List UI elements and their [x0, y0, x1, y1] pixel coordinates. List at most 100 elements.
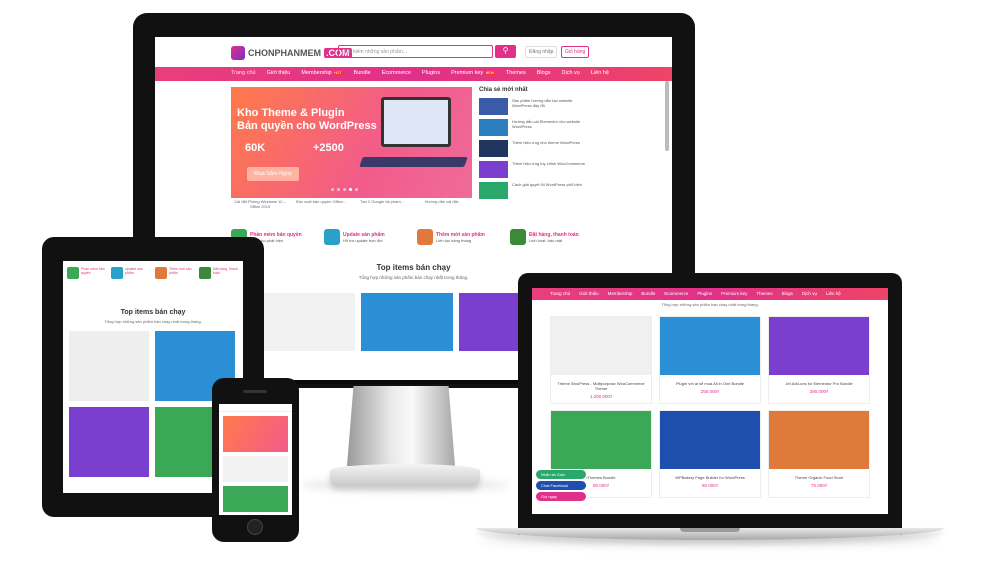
product-image: [660, 317, 760, 375]
shop-now-button[interactable]: Mua Sắm Ngay: [247, 167, 299, 181]
post-title: Hướng dẫn cài Elementor cho website Word…: [512, 119, 581, 129]
product-card[interactable]: [263, 293, 355, 351]
list-item[interactable]: Thêm hiệu ứng tùy chỉnh WooCommerce: [479, 161, 591, 178]
imac-base: [330, 464, 480, 486]
feature-title: Đặt hàng, thanh toán: [213, 267, 238, 275]
feature-title: Đặt hàng, thanh toán: [529, 231, 579, 238]
hero-banner[interactable]: Kho Theme & Plugin Bản quyền cho WordPre…: [231, 87, 472, 198]
feature-sub: Liên tục hàng tháng: [436, 237, 472, 243]
list-item[interactable]: Cách giải quyết lỗi WordPress phổ biến: [479, 182, 591, 199]
product-card[interactable]: Theme Organic Food Store 75.000₫: [768, 410, 870, 498]
caption[interactable]: Sản xuất bản quyền Office...: [292, 199, 350, 209]
product-price: 280.000₫: [809, 389, 829, 394]
login-button[interactable]: Đăng nhập: [525, 46, 558, 58]
phone-product[interactable]: [223, 456, 288, 482]
product-price: 75.000₫: [810, 483, 828, 488]
nav-item-ecommerce[interactable]: Ecommerce: [664, 291, 688, 296]
nav-item-plugins[interactable]: Plugins: [697, 291, 712, 296]
nav-item-premium-key[interactable]: Premium key: [721, 291, 747, 296]
phone-product[interactable]: [223, 486, 288, 512]
feature-item: Thêm mới sản phẩm: [155, 267, 195, 279]
refresh-icon: [111, 267, 123, 279]
caption[interactable]: Tạo 2 Google tài phạm...: [353, 199, 411, 209]
post-title: Thêm hiệu ứng cho theme WordPress: [512, 140, 580, 145]
features-row: Phần mềm bản quyền 100% ko phát hiện Upda…: [231, 229, 596, 245]
phone-speaker: [243, 390, 267, 393]
list-item[interactable]: Hướng dẫn cài Elementor cho website Word…: [479, 119, 591, 136]
facebook-chat-button[interactable]: Chat Facebook: [536, 481, 586, 490]
nav-item-premium-key[interactable]: Premium key NEW: [451, 70, 495, 76]
caption[interactable]: Hướng dẫn cài đặt...: [414, 199, 472, 209]
feature-title: Thêm mới sản phẩm: [169, 267, 192, 275]
responsive-mockup: CHONPHANMEM .COM Tìm kiếm những sản phẩm.…: [0, 0, 1000, 585]
nav-item-blogs[interactable]: Blogs: [782, 291, 793, 296]
product-card[interactable]: Plugin với ai sẽ mua All in One Bundle 25…: [659, 316, 761, 404]
phone-screen: [219, 404, 292, 515]
zalo-chat-button[interactable]: Nhắn tin Zalo: [536, 470, 586, 479]
call-now-button[interactable]: Gọi ngay: [536, 492, 586, 501]
nav-item-contact[interactable]: Liên hệ: [826, 291, 841, 296]
nav-item-membership[interactable]: Membership HOT: [301, 70, 343, 76]
logo-mark-icon: [231, 46, 245, 60]
site-logo[interactable]: CHONPHANMEM .COM: [231, 46, 352, 60]
nav-item-about[interactable]: Giới thiệu: [267, 70, 291, 76]
monitor-illustration: [381, 97, 451, 147]
product-image: [660, 411, 760, 469]
nav-item-bundle[interactable]: Bundle: [641, 291, 655, 296]
feature-title: Phần mềm bản quyền: [81, 267, 105, 275]
nav-item-home[interactable]: Trang chủ: [231, 70, 256, 76]
new-badge: NEW: [484, 71, 495, 75]
nav-item-about[interactable]: Giới thiệu: [579, 291, 598, 296]
nav-item-ecommerce[interactable]: Ecommerce: [382, 70, 411, 76]
product-image: [769, 317, 869, 375]
cart-button[interactable]: Giỏ hàng: [561, 46, 590, 58]
box-icon: [417, 229, 433, 245]
carousel-dots[interactable]: [331, 188, 358, 191]
refresh-icon: [324, 229, 340, 245]
nav-item-themes[interactable]: Themes: [506, 70, 526, 76]
feature-title: Thêm mới sản phẩm: [436, 231, 485, 238]
nav-item-blogs[interactable]: Blogs: [537, 70, 551, 76]
nav-label: Membership: [301, 70, 332, 76]
nav-item-services[interactable]: Dịch vụ: [562, 70, 580, 76]
hot-badge: HOT: [333, 71, 343, 75]
post-title: Cách giải quyết lỗi WordPress phổ biến: [512, 182, 582, 187]
list-item[interactable]: Thêm hiệu ứng cho theme WordPress: [479, 140, 591, 157]
shield-icon: [67, 267, 79, 279]
nav-item-plugins[interactable]: Plugins: [422, 70, 440, 76]
feature-item: Phần mềm bản quyền: [67, 267, 107, 279]
sidebar-title: Chia sẻ mới nhất: [479, 87, 528, 93]
contact-pills: Nhắn tin Zalo Chat Facebook Gọi ngay: [536, 470, 586, 503]
post-thumbnail: [479, 98, 508, 115]
product-image: [769, 411, 869, 469]
list-item[interactable]: Sản phẩm hướng dẫn tạo website WordPress…: [479, 98, 591, 115]
phone-banner[interactable]: [223, 416, 288, 452]
nav-item-bundle[interactable]: Bundle: [354, 70, 371, 76]
box-icon: [155, 267, 167, 279]
product-card[interactable]: [69, 407, 149, 477]
nav-item-contact[interactable]: Liên hệ: [591, 70, 609, 76]
banner-stat-1: 60K: [245, 142, 266, 154]
post-thumbnail: [479, 140, 508, 157]
product-card[interactable]: [69, 331, 149, 401]
scrollbar[interactable]: [665, 81, 669, 151]
product-card[interactable]: WPBakery Page Builder for WordPress 80.00…: [659, 410, 761, 498]
home-button[interactable]: [247, 519, 263, 535]
nav-item-membership[interactable]: Membership: [608, 291, 633, 296]
feature-sub: Hỗ trợ update trọn đời: [343, 237, 383, 243]
feature-title: Update sản phẩm: [343, 231, 385, 238]
banner-stat-2: +2500: [313, 142, 344, 154]
nav-item-services[interactable]: Dịch vụ: [802, 291, 817, 296]
desk-illustration: [359, 157, 468, 167]
product-card[interactable]: Jet Add-ons for Elementor Pro Bundle 280.…: [768, 316, 870, 404]
product-row: [263, 293, 551, 351]
search-button[interactable]: ⚲: [495, 45, 516, 58]
search-icon: ⚲: [502, 46, 509, 55]
nav-item-themes[interactable]: Themes: [756, 291, 772, 296]
caption[interactable]: Cài đặt Phông Windows 10 – Office 2019: [231, 199, 289, 209]
feature-title: Phần mềm bản quyền: [250, 231, 302, 238]
nav-item-home[interactable]: Trang chủ: [550, 291, 570, 296]
product-card[interactable]: Theme WooPress - Multipurpose WooCommerc…: [550, 316, 652, 404]
search-input[interactable]: Tìm kiếm những sản phẩm...: [338, 45, 493, 58]
product-card[interactable]: [361, 293, 453, 351]
